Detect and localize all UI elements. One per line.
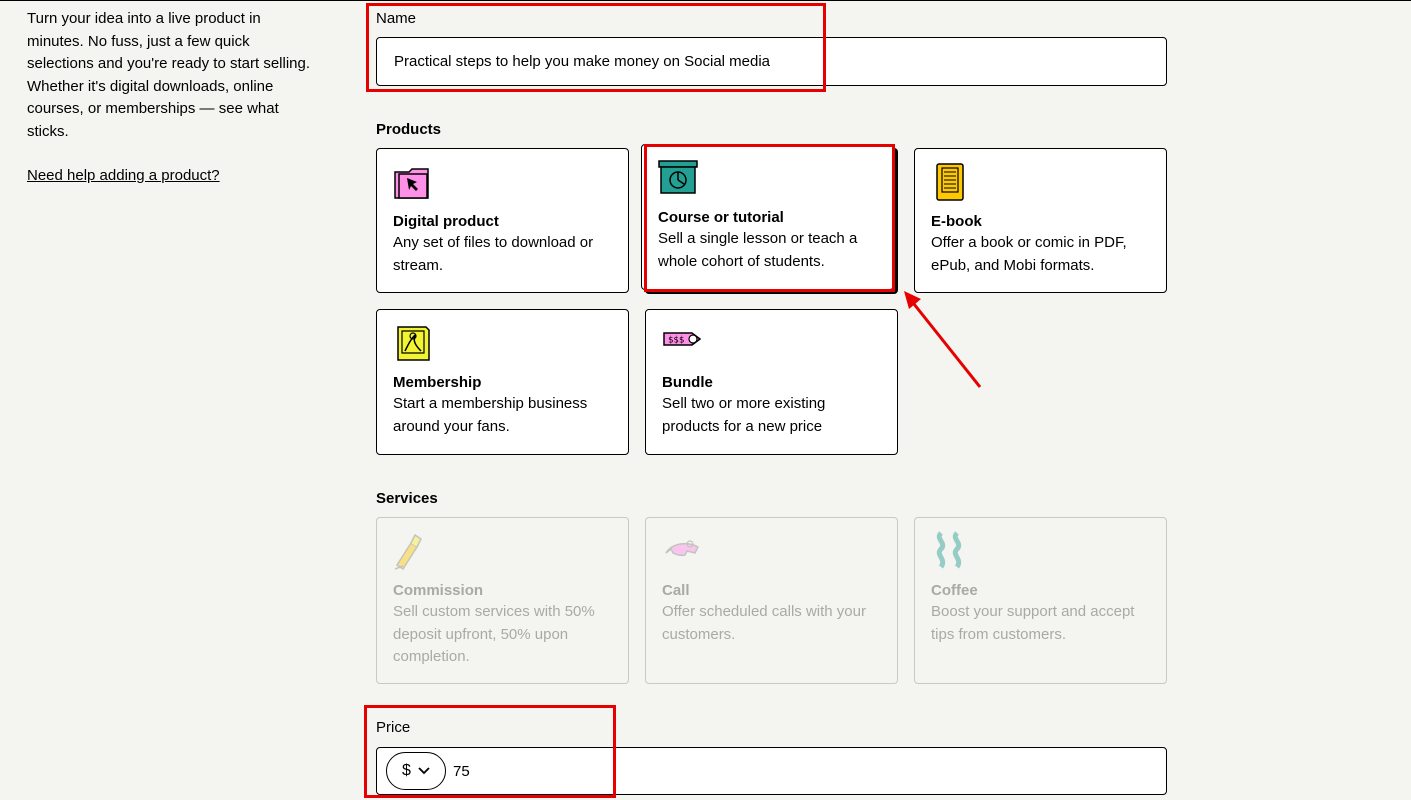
card-description: Offer a book or comic in PDF, ePub, and … [931,234,1127,274]
price-label: Price [376,719,411,736]
currency-symbol: $ [402,762,411,779]
card-description: Sell a single lesson or teach a whole co… [658,230,858,270]
svg-text:$$$: $$$ [668,336,684,346]
services-heading: Services [376,490,438,507]
annotation-arrow-icon [904,291,982,388]
card-description: Any set of files to download or stream. [393,234,594,274]
product-card-membership[interactable]: Membership Start a membership business a… [376,309,629,455]
chevron-down-icon [418,767,430,775]
card-title: Digital product [393,213,499,230]
name-label: Name [376,10,417,27]
card-description: Start a membership business around your … [393,395,588,435]
ebook-icon [936,163,964,201]
card-title: Bundle [662,374,713,391]
card-title: E-book [931,213,982,230]
card-title: Membership [393,374,482,391]
course-icon [658,160,698,194]
card-description: Sell two or more existing products for a… [662,395,826,435]
card-description: Sell custom services with 50% deposit up… [393,603,595,665]
service-card-commission: Commission Sell custom services with 50%… [376,517,629,684]
products-heading: Products [376,121,442,138]
card-description: Boost your support and accept tips from … [931,603,1135,643]
product-card-bundle[interactable]: $$$ Bundle Sell two or more existing pro… [645,309,898,455]
currency-select[interactable]: $ [386,752,446,790]
service-card-coffee: Coffee Boost your support and accept tip… [914,517,1167,684]
coffee-icon [936,531,962,569]
help-link[interactable]: Need help adding a product? [27,165,220,187]
bundle-icon: $$$ [663,332,702,346]
price-input[interactable]: $ 75 [376,747,1167,795]
card-title: Commission [393,582,484,599]
card-description: Offer scheduled calls with your customer… [662,603,866,643]
name-input[interactable]: Practical steps to help you make money o… [376,37,1167,86]
call-icon [665,540,699,557]
card-title: Call [662,582,690,599]
product-card-ebook[interactable]: E-book Offer a book or comic in PDF, ePu… [914,148,1167,293]
membership-icon [397,326,430,361]
card-title: Course or tutorial [658,209,784,226]
commission-icon [394,533,422,571]
card-title: Coffee [931,582,978,599]
product-card-course[interactable]: Course or tutorial Sell a single lesson … [641,144,894,290]
service-card-call: Call Offer scheduled calls with your cus… [645,517,898,684]
product-card-digital[interactable]: Digital product Any set of files to down… [376,148,629,293]
price-value: 75 [453,762,470,780]
digital-product-icon [394,168,429,199]
intro-text: Turn your idea into a live product in mi… [27,10,311,140]
top-divider [0,0,1411,1]
name-input-value: Practical steps to help you make money o… [394,53,771,70]
